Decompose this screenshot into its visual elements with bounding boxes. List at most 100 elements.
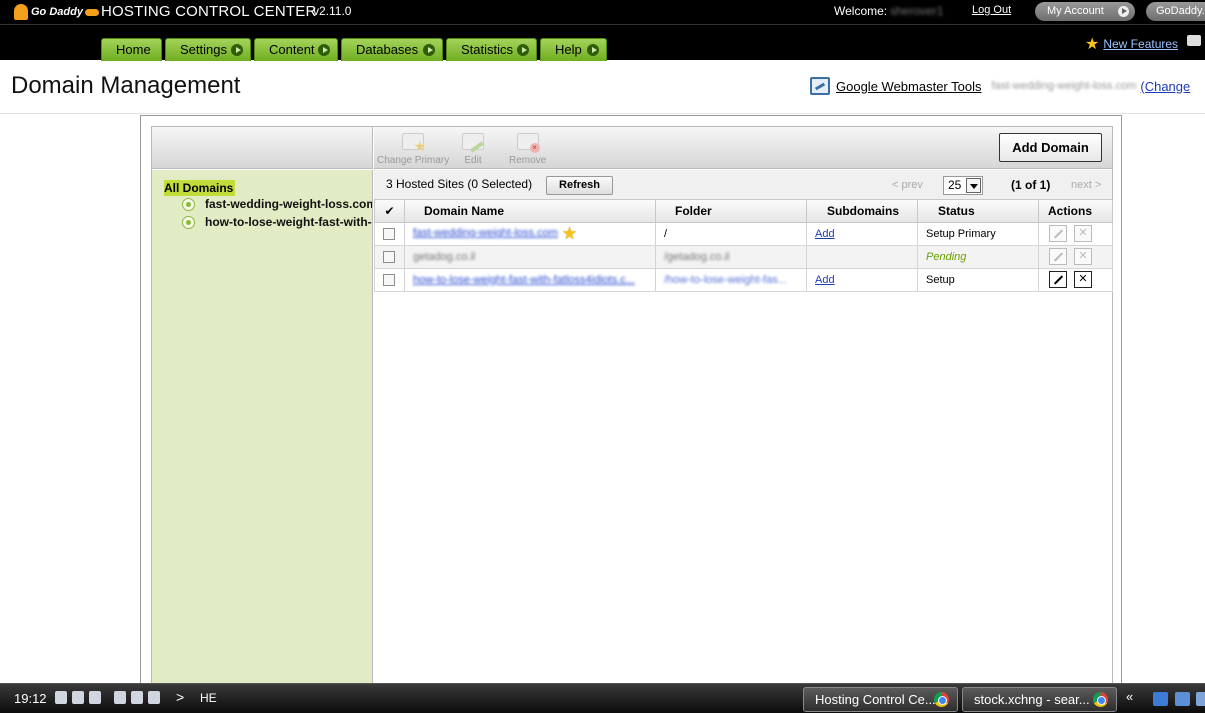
change-primary-button[interactable]: ★ Change Primary: [377, 131, 449, 166]
tab-statistics-label: Statistics: [461, 42, 514, 57]
webmaster-tools-icon[interactable]: [810, 77, 830, 95]
row-checkbox[interactable]: [383, 227, 395, 240]
main-nav: Home Settings Content Databases Statisti…: [0, 24, 1205, 61]
tab-help[interactable]: Help: [540, 38, 607, 61]
app-icon[interactable]: [1196, 692, 1205, 706]
edit-icon[interactable]: [1049, 248, 1067, 265]
taskbar-item-hosting[interactable]: Hosting Control Ce...: [803, 687, 958, 712]
godaddy-logo[interactable]: Go Daddy: [14, 3, 99, 21]
tray-app-icon[interactable]: [148, 691, 160, 704]
row-checkbox[interactable]: [383, 273, 395, 286]
close-icon[interactable]: ✕: [1074, 248, 1092, 265]
webmaster-tools-link[interactable]: Google Webmaster Tools: [836, 79, 981, 94]
change-primary-icon: ★: [400, 131, 426, 153]
edit-icon[interactable]: [1049, 271, 1067, 288]
tab-settings-label: Settings: [180, 42, 227, 57]
add-domain-button[interactable]: Add Domain: [999, 133, 1102, 162]
clock[interactable]: 19:12: [14, 691, 47, 706]
column-header-subdomains[interactable]: Subdomains: [806, 200, 918, 223]
edit-icon: [460, 131, 486, 153]
sidebar-header: [152, 127, 373, 169]
folder-path: /: [664, 227, 668, 240]
hosted-sites-count: 3 Hosted Sites (0 Selected): [386, 177, 533, 191]
edit-button[interactable]: Edit: [460, 131, 486, 166]
refresh-button[interactable]: Refresh: [546, 176, 613, 195]
taskbar-item-label: Hosting Control Ce...: [815, 692, 936, 707]
folder-path: /getadog.co.il: [664, 250, 730, 263]
status-text: Setup Primary: [926, 227, 996, 240]
taskbar-item-label: stock.xchng - sear...: [974, 692, 1090, 707]
tab-home[interactable]: Home: [101, 38, 162, 61]
taskbar-item-stockxchng[interactable]: stock.xchng - sear...: [962, 687, 1117, 712]
desktop-icon[interactable]: [1175, 692, 1190, 706]
row-checkbox[interactable]: [383, 250, 395, 263]
page-info: (1 of 1): [1011, 178, 1051, 192]
domain-node-icon: [182, 215, 195, 229]
header-divider: [0, 113, 1205, 114]
network-icon[interactable]: [72, 691, 84, 704]
language-indicator[interactable]: HE: [200, 691, 217, 705]
logo-text: Go Daddy: [31, 6, 83, 18]
tab-content-label: Content: [269, 42, 315, 57]
sidebar-item-label: fast-wedding-weight-loss.com: [205, 197, 373, 211]
tray-app-icon[interactable]: [131, 691, 143, 704]
app-version: v2.11.0: [313, 4, 352, 18]
volume-icon[interactable]: [55, 691, 67, 704]
table-row: getadog.co.il /getadog.co.il Pending ✕: [374, 244, 1113, 269]
tray-app-icon[interactable]: [114, 691, 126, 704]
my-account-label: My Account: [1047, 5, 1104, 17]
godaddy-button[interactable]: GoDaddy.c: [1146, 2, 1205, 21]
remove-button[interactable]: × Remove: [509, 131, 546, 166]
close-icon[interactable]: ✕: [1074, 225, 1092, 242]
quick-launch-chevron[interactable]: «: [1126, 689, 1133, 704]
tab-content[interactable]: Content: [254, 38, 338, 61]
arrow-right-icon: [231, 44, 243, 56]
new-features[interactable]: ★ New Features: [1085, 34, 1178, 54]
sidebar-item-all-domains[interactable]: All Domains: [164, 180, 236, 196]
tab-databases-label: Databases: [356, 42, 419, 57]
sidebar-item-domain[interactable]: how-to-lose-weight-fast-with-: [182, 214, 372, 230]
edit-icon[interactable]: [1049, 225, 1067, 242]
column-header-folder[interactable]: Folder: [655, 200, 807, 223]
tab-databases[interactable]: Databases: [341, 38, 443, 61]
system-tray: [55, 691, 160, 704]
logout-link[interactable]: Log Out: [972, 4, 1011, 16]
column-header-status[interactable]: Status: [917, 200, 1039, 223]
arrow-right-icon: [1118, 6, 1129, 17]
table-header-row: ✔ Domain Name Folder Subdomains Status A…: [374, 200, 1113, 223]
sidebar-item-domain[interactable]: fast-wedding-weight-loss.com: [182, 196, 373, 212]
column-header-actions: Actions: [1038, 200, 1113, 223]
remove-label: Remove: [509, 155, 547, 166]
chrome-icon: [934, 692, 949, 707]
add-subdomain-link[interactable]: Add: [815, 274, 835, 286]
prev-page-link[interactable]: < prev: [892, 179, 923, 191]
per-page-select[interactable]: 25: [943, 176, 983, 195]
domains-table: ✔ Domain Name Folder Subdomains Status A…: [374, 200, 1113, 292]
select-all-checkbox[interactable]: ✔: [374, 200, 405, 223]
domain-tree-sidebar: All Domains fast-wedding-weight-loss.com…: [152, 170, 373, 685]
tab-statistics[interactable]: Statistics: [446, 38, 537, 61]
change-domain-link[interactable]: (Change: [1140, 79, 1190, 94]
close-icon[interactable]: ✕: [1074, 271, 1092, 288]
new-features-link[interactable]: New Features: [1103, 37, 1178, 51]
arrow-right-icon: [517, 44, 529, 56]
tab-help-label: Help: [555, 42, 582, 57]
ie-icon[interactable]: [1153, 692, 1168, 706]
add-subdomain-link[interactable]: Add: [815, 228, 835, 240]
column-header-domain[interactable]: Domain Name: [404, 200, 656, 223]
tab-settings[interactable]: Settings: [165, 38, 251, 61]
primary-star-icon: ★: [561, 223, 578, 243]
battery-icon[interactable]: [89, 691, 101, 704]
domain-name-link[interactable]: how-to-lose-weight-fast-with-fatloss4idi…: [413, 274, 635, 286]
folder-path[interactable]: /how-to-lose-weight-fas...: [664, 274, 787, 286]
domain-name-link[interactable]: fast-wedding-weight-loss.com: [413, 227, 558, 239]
os-taskbar: 19:12 > HE Hosting Control Ce... stock.x…: [0, 683, 1205, 713]
domain-node-icon: [182, 197, 195, 211]
tray-expand-icon[interactable]: >: [176, 689, 184, 705]
chat-bubble-icon[interactable]: [1187, 35, 1201, 46]
arrow-right-icon: [423, 44, 435, 56]
per-page-value: 25: [948, 178, 962, 192]
my-account-button[interactable]: My Account: [1035, 2, 1135, 21]
app-title: HOSTING CONTROL CENTER: [101, 3, 317, 20]
next-page-link[interactable]: next >: [1071, 179, 1101, 191]
